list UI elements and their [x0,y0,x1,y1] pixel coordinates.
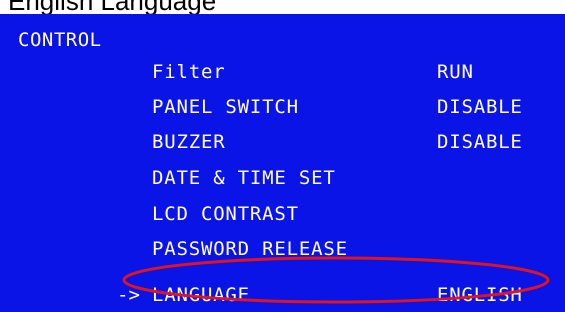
menu-item-date-time-set[interactable]: DATE & TIME SET [0,162,565,196]
menu-item-label: PANEL SWITCH [152,96,299,118]
menu-item-label: Filter [152,61,226,83]
lcd-control-screen: CONTROL Filter RUN PANEL SWITCH DISABLE … [0,14,565,312]
menu-item-label: LCD CONTRAST [152,203,299,225]
menu-item-lcd-contrast[interactable]: LCD CONTRAST [0,198,565,232]
menu-item-value: DISABLE [437,96,523,118]
menu-item-buzzer[interactable]: BUZZER DISABLE [0,126,565,160]
menu-item-label: DATE & TIME SET [152,167,336,189]
menu-item-panel-switch[interactable]: PANEL SWITCH DISABLE [0,91,565,125]
menu-item-label: LANGUAGE [152,284,250,306]
screen-title: CONTROL [18,29,102,51]
menu-item-password-release[interactable]: PASSWORD RELEASE [0,233,565,267]
selection-cursor-icon: -> [117,284,140,306]
menu-item-filter[interactable]: Filter RUN [0,56,565,90]
menu-item-label: PASSWORD RELEASE [152,238,348,260]
menu-item-language[interactable]: -> LANGUAGE ENGLISH [0,279,565,312]
menu-item-label: BUZZER [152,131,226,153]
menu-item-value: RUN [437,61,474,83]
menu-item-value: ENGLISH [437,284,523,306]
menu-item-value: DISABLE [437,131,523,153]
